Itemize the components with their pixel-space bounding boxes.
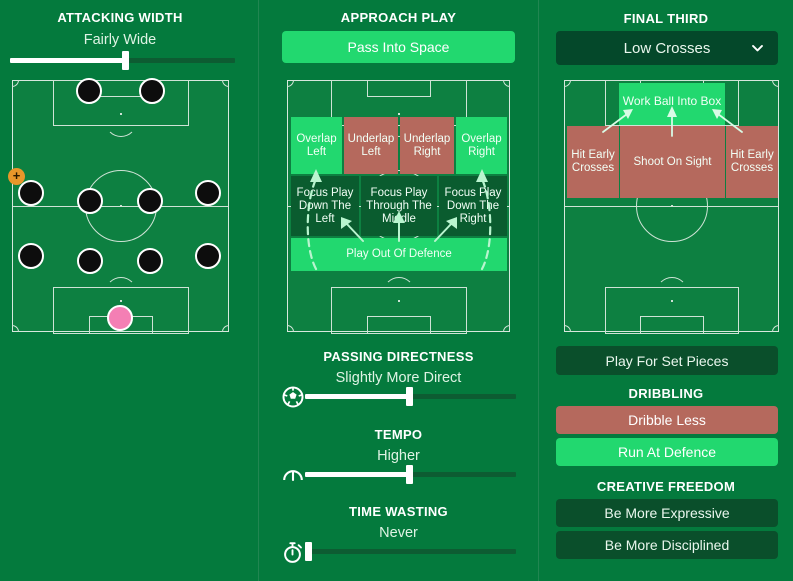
player-marker[interactable] — [77, 188, 103, 214]
approach-play-title: APPROACH PLAY — [340, 10, 457, 25]
pass-into-space-button[interactable]: Pass Into Space — [282, 31, 515, 63]
penalty-spot-bottom — [398, 300, 400, 302]
zone-work-ball-into-box-label: Work Ball Into Box — [622, 93, 722, 108]
penalty-spot-top — [120, 113, 122, 115]
zone-hit-early-crosses-right[interactable]: Hit Early Crosses — [726, 126, 778, 198]
goal-area-bottom — [367, 316, 431, 334]
dribbling-title: DRIBBLING — [628, 386, 704, 401]
final-third-title: FINAL THIRD — [623, 11, 709, 26]
play-for-set-pieces-button[interactable]: Play For Set Pieces — [556, 346, 778, 375]
final-third-dropdown-value: Low Crosses — [623, 39, 711, 57]
slider-fill — [305, 472, 409, 477]
centre-spot — [671, 205, 673, 207]
time-wasting-title: TIME WASTING — [349, 504, 448, 519]
chevron-down-icon — [752, 45, 763, 52]
attacking-width-panel: ATTACKING WIDTH Fairly Wide + — [0, 0, 258, 581]
penalty-spot-top — [398, 113, 400, 115]
final-third-panel: FINAL THIRD Low Crosses Work Ball Into B… — [539, 0, 793, 581]
tempo-slider[interactable] — [281, 465, 516, 484]
slider-track — [305, 549, 516, 554]
corner-arc-bl — [564, 325, 571, 332]
passing-directness-slider[interactable] — [281, 386, 516, 408]
passing-directness-title: PASSING DIRECTNESS — [323, 349, 474, 364]
penalty-arc-bottom — [656, 277, 688, 297]
passing-directness-value: Slightly More Direct — [335, 370, 462, 386]
penalty-spot-bottom — [671, 300, 673, 302]
slider-knob[interactable] — [406, 465, 413, 484]
corner-arc-tl — [12, 80, 19, 87]
goal-area-top — [367, 80, 431, 97]
tactics-screen: ATTACKING WIDTH Fairly Wide + APPROACH P… — [0, 0, 793, 581]
zone-overlap-left[interactable]: Overlap Left — [291, 117, 342, 174]
approach-play-pitch[interactable]: Overlap Left Underlap Left Underlap Righ… — [287, 80, 510, 334]
corner-arc-bl — [287, 325, 294, 332]
zone-play-out-of-defence[interactable]: Play Out Of Defence — [291, 238, 507, 271]
goal-area-bottom — [640, 316, 704, 334]
player-marker[interactable] — [76, 78, 102, 104]
football-icon — [282, 386, 304, 408]
player-marker[interactable] — [139, 78, 165, 104]
final-third-dropdown[interactable]: Low Crosses — [556, 31, 778, 65]
time-wasting-slider[interactable] — [281, 542, 516, 563]
penalty-arc-top — [105, 117, 137, 137]
corner-arc-tl — [564, 80, 571, 87]
player-marker[interactable] — [18, 243, 44, 269]
slider-knob[interactable] — [305, 542, 312, 561]
tempo-title: TEMPO — [374, 427, 423, 442]
corner-arc-tr — [503, 80, 510, 87]
player-marker[interactable] — [195, 243, 221, 269]
tempo-value: Higher — [377, 448, 420, 464]
corner-arc-br — [222, 325, 229, 332]
creative-freedom-title: CREATIVE FREEDOM — [596, 479, 736, 494]
player-marker[interactable] — [77, 248, 103, 274]
player-marker[interactable] — [18, 180, 44, 206]
corner-arc-br — [503, 325, 510, 332]
attacking-width-slider[interactable] — [10, 51, 235, 70]
approach-play-panel: APPROACH PLAY Pass Into Space Overlap Le… — [259, 0, 538, 581]
penalty-arc-bottom — [383, 277, 415, 297]
slider-knob[interactable] — [122, 51, 129, 70]
player-marker[interactable] — [137, 188, 163, 214]
player-marker[interactable] — [107, 305, 133, 331]
slider-knob[interactable] — [406, 387, 413, 406]
zone-focus-play-down-the-left[interactable]: Focus Play Down The Left — [291, 176, 359, 236]
slider-fill — [10, 58, 125, 63]
corner-arc-br — [772, 325, 779, 332]
be-more-expressive-button[interactable]: Be More Expressive — [556, 499, 778, 527]
plus-icon[interactable]: + — [8, 168, 25, 185]
player-marker[interactable] — [195, 180, 221, 206]
dribble-less-button[interactable]: Dribble Less — [556, 406, 778, 434]
zone-focus-play-down-the-right[interactable]: Focus Play Down The Right — [439, 176, 507, 236]
be-more-disciplined-button[interactable]: Be More Disciplined — [556, 531, 778, 559]
slider-fill — [305, 394, 409, 399]
final-third-pitch[interactable]: Work Ball Into Box Hit Early Crosses Sho… — [564, 80, 779, 334]
corner-arc-tl — [287, 80, 294, 87]
zone-focus-play-through-the-middle[interactable]: Focus Play Through The Middle — [361, 176, 437, 236]
zone-overlap-right[interactable]: Overlap Right — [456, 117, 507, 174]
penalty-arc-bottom — [105, 277, 137, 297]
time-wasting-value: Never — [379, 525, 418, 541]
zone-underlap-left[interactable]: Underlap Left — [344, 117, 398, 174]
corner-arc-tr — [222, 80, 229, 87]
corner-arc-tr — [772, 80, 779, 87]
attacking-width-value: Fairly Wide — [83, 32, 157, 48]
player-marker[interactable] — [137, 248, 163, 274]
formation-pitch[interactable] — [12, 80, 229, 334]
zone-shoot-on-sight[interactable]: Shoot On Sight — [620, 126, 725, 198]
centre-spot — [120, 205, 122, 207]
zone-underlap-right[interactable]: Underlap Right — [400, 117, 454, 174]
corner-arc-bl — [12, 325, 19, 332]
stopwatch-icon — [284, 542, 302, 563]
run-at-defence-button[interactable]: Run At Defence — [556, 438, 778, 466]
zone-hit-early-crosses-left[interactable]: Hit Early Crosses — [567, 126, 619, 198]
speedometer-icon — [283, 470, 303, 482]
penalty-spot-bottom — [120, 300, 122, 302]
attacking-width-title: ATTACKING WIDTH — [57, 10, 183, 25]
